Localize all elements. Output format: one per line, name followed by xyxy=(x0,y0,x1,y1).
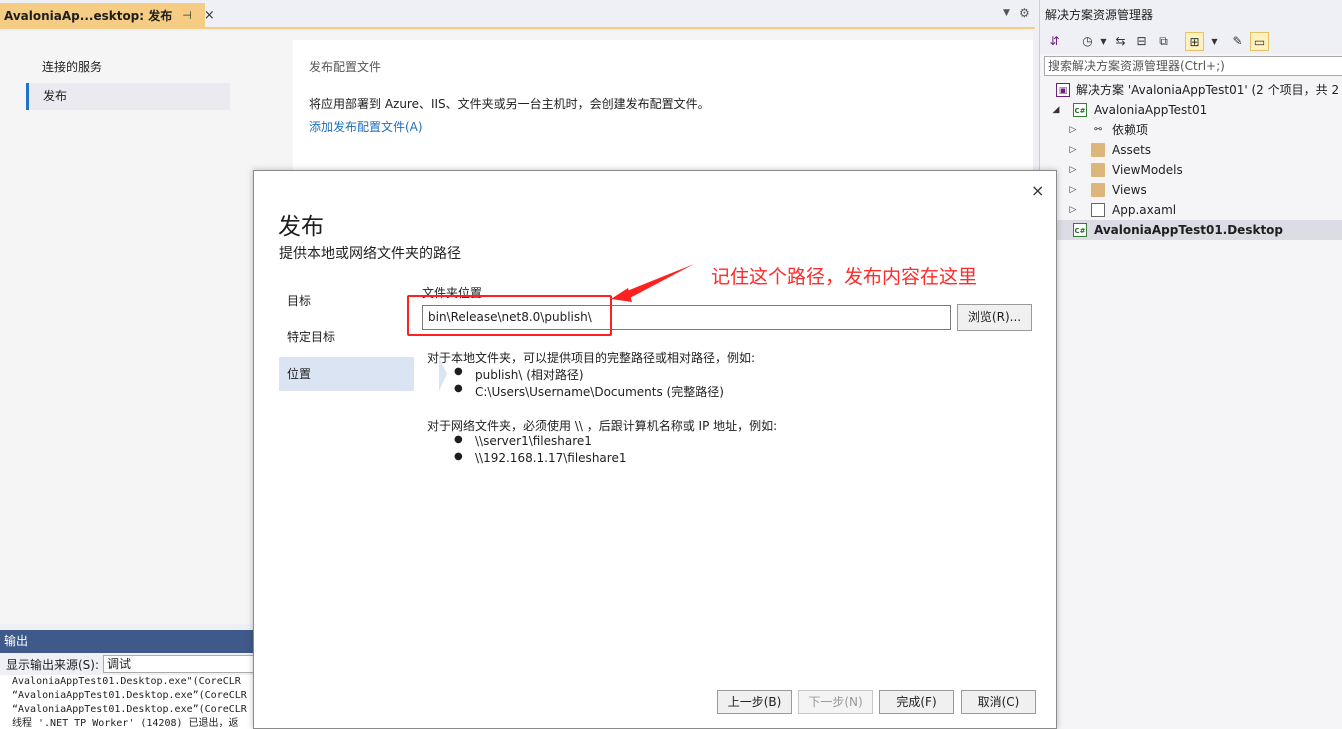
folder-icon xyxy=(1091,143,1105,157)
solution-search-input[interactable]: 搜索解决方案资源管理器(Ctrl+;) xyxy=(1044,56,1342,76)
output-line: “AvaloniaAppTest01.Desktop.exe”(CoreCLR xyxy=(12,690,247,701)
local-example: ● C:\Users\Username\Documents (完整路径) xyxy=(454,383,724,399)
close-icon[interactable]: × xyxy=(1031,181,1044,200)
output-line: 线程 '.NET TP Worker' (14208) 已退出，返 xyxy=(12,718,239,729)
previous-button[interactable]: 上一步(B) xyxy=(717,690,792,714)
close-icon[interactable]: × xyxy=(204,8,215,23)
solution-tree: ▣ 解决方案 'AvaloniaAppTest01' (2 个项目，共 2 个 … xyxy=(1040,80,1342,240)
tree-item-project[interactable]: ◢ C# AvaloniaAppTest01 xyxy=(1040,100,1342,120)
pin-icon[interactable]: ⊣ xyxy=(182,9,192,22)
dependencies-icon: ⚯ xyxy=(1094,125,1102,135)
gear-icon[interactable]: ⚙ xyxy=(1019,6,1030,20)
annotation-text: 记住这个路径，发布内容在这里 xyxy=(711,266,978,288)
folder-location-input[interactable]: bin\Release\net8.0\publish\ xyxy=(422,305,951,330)
collapsed-arrow-icon[interactable]: ▷ xyxy=(1067,180,1079,200)
output-source-select[interactable]: 调试 xyxy=(103,655,256,673)
collapsed-arrow-icon[interactable]: ▷ xyxy=(1067,120,1079,140)
output-source-label: 显示输出来源(S): xyxy=(6,657,100,672)
switch-views-icon[interactable]: ⇵ xyxy=(1045,32,1064,51)
properties-wrench-icon[interactable]: ✎ xyxy=(1228,32,1247,51)
network-example: ● \\server1\fileshare1 xyxy=(454,434,592,448)
nav-item-connected-services[interactable]: 连接的服务 xyxy=(26,54,230,81)
browse-button[interactable]: 浏览(R)... xyxy=(957,304,1032,331)
nav-item-publish[interactable]: 发布 xyxy=(26,83,230,110)
tree-item-viewmodels[interactable]: ▷ ViewModels xyxy=(1040,160,1342,180)
folder-icon xyxy=(1091,183,1105,197)
tree-item-label: AvaloniaAppTest01.Desktop xyxy=(1094,223,1284,237)
tree-item-label: Assets xyxy=(1112,143,1152,157)
network-example: ● \\192.168.1.17\fileshare1 xyxy=(454,451,627,465)
folder-location-label: 文件夹位置 xyxy=(422,286,483,300)
tree-item-label: AvaloniaAppTest01 xyxy=(1094,103,1208,117)
step-location-label: 位置 xyxy=(287,367,312,381)
collapsed-arrow-icon[interactable]: ▷ xyxy=(1067,140,1079,160)
step-target[interactable]: 目标 xyxy=(279,284,414,318)
finish-button[interactable]: 完成(F) xyxy=(879,690,954,714)
step-specific-target[interactable]: 特定目标 xyxy=(279,320,414,354)
publish-dialog: × 发布 提供本地或网络文件夹的路径 目标 特定目标 位置 文件夹位置 bin\… xyxy=(253,170,1057,729)
output-line: “AvaloniaAppTest01.Desktop.exe”(CoreCLR xyxy=(12,704,247,715)
solution-explorer-toolbar: ⇵ ◷ ▼ ⇆ ⊟ ⧉ ⊞ ▼ ✎ ▭ xyxy=(1040,29,1342,54)
show-all-files-icon[interactable]: ⧉ xyxy=(1154,32,1173,51)
chevron-down-icon[interactable]: ▼ xyxy=(1003,8,1010,18)
document-tab-title: AvaloniaAp...esktop: 发布 xyxy=(4,8,173,23)
xaml-file-icon xyxy=(1091,203,1105,217)
card-title: 发布配置文件 xyxy=(309,60,382,74)
output-toolbar: 显示输出来源(S): 调试 xyxy=(0,653,256,675)
next-button[interactable]: 下一步(N) xyxy=(798,690,873,714)
preview-icon[interactable]: ▭ xyxy=(1250,32,1269,51)
tree-item-desktop-project[interactable]: C# AvaloniaAppTest01.Desktop xyxy=(1040,220,1342,240)
collapse-all-icon[interactable]: ⊟ xyxy=(1132,32,1151,51)
expanded-arrow-icon[interactable]: ◢ xyxy=(1050,100,1062,120)
step-location[interactable]: 位置 xyxy=(279,357,447,391)
card-description: 将应用部署到 Azure、IIS、文件夹或另一台主机时，会创建发布配置文件。 xyxy=(309,97,710,111)
tree-item-label: ViewModels xyxy=(1112,163,1183,177)
tree-item-solution[interactable]: ▣ 解决方案 'AvaloniaAppTest01' (2 个项目，共 2 个 xyxy=(1040,80,1342,100)
solution-explorer-title: 解决方案资源管理器 xyxy=(1040,0,1342,29)
chevron-down-icon[interactable]: ▼ xyxy=(1205,32,1224,51)
tree-item-dependencies[interactable]: ▷ ⚯ 依赖项 xyxy=(1040,120,1342,140)
local-folder-help: 对于本地文件夹，可以提供项目的完整路径或相对路径，例如: xyxy=(427,351,756,365)
output-line: AvaloniaAppTest01.Desktop.exe"(CoreCLR xyxy=(12,676,241,687)
solution-icon: ▣ xyxy=(1056,83,1070,97)
sync-icon[interactable]: ⇆ xyxy=(1111,32,1130,51)
folder-icon xyxy=(1091,163,1105,177)
add-publish-profile-link[interactable]: 添加发布配置文件(A) xyxy=(309,118,423,135)
cancel-button[interactable]: 取消(C) xyxy=(961,690,1036,714)
output-panel: 输出 显示输出来源(S): 调试 AvaloniaAppTest01.Deskt… xyxy=(0,630,256,729)
document-tab-strip: AvaloniaAp...esktop: 发布 ⊣ × ▼ ⚙ xyxy=(0,0,1035,29)
collapsed-arrow-icon[interactable]: ▷ xyxy=(1067,160,1079,180)
tree-item-label: App.axaml xyxy=(1112,203,1177,217)
output-header: 输出 xyxy=(0,630,256,653)
document-tab-publish[interactable]: AvaloniaAp...esktop: 发布 ⊣ × xyxy=(0,3,215,27)
tree-item-views[interactable]: ▷ Views xyxy=(1040,180,1342,200)
tree-item-label: Views xyxy=(1112,183,1147,197)
dialog-subtitle: 提供本地或网络文件夹的路径 xyxy=(279,246,461,262)
local-example: ● publish\ (相对路径) xyxy=(454,366,584,382)
collapsed-arrow-icon[interactable]: ▷ xyxy=(1067,200,1079,220)
tree-item-assets[interactable]: ▷ Assets xyxy=(1040,140,1342,160)
tree-item-label: 解决方案 'AvaloniaAppTest01' (2 个项目，共 2 个 xyxy=(1076,83,1342,97)
csharp-project-icon: C# xyxy=(1073,223,1087,237)
dialog-title: 发布 xyxy=(278,214,324,240)
tree-item-label: 依赖项 xyxy=(1112,123,1149,137)
tree-item-app-axaml[interactable]: ▷ App.axaml xyxy=(1040,200,1342,220)
track-active-item-icon[interactable]: ⊞ xyxy=(1185,32,1204,51)
csharp-project-icon: C# xyxy=(1073,103,1087,117)
network-folder-help: 对于网络文件夹，必须使用 \\ ，后跟计算机名称或 IP 地址，例如: xyxy=(427,419,778,433)
solution-explorer: 解决方案资源管理器 ⇵ ◷ ▼ ⇆ ⊟ ⧉ ⊞ ▼ ✎ ▭ 搜索解决方案资源管理… xyxy=(1039,0,1342,729)
